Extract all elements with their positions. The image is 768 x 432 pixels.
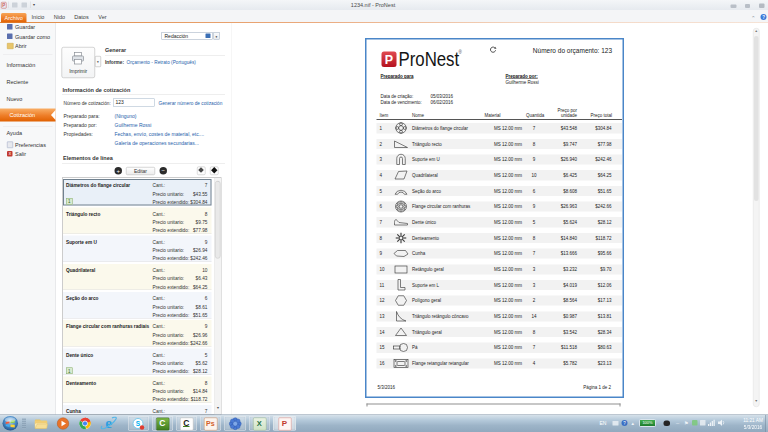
svg-text:S: S [136, 420, 141, 427]
